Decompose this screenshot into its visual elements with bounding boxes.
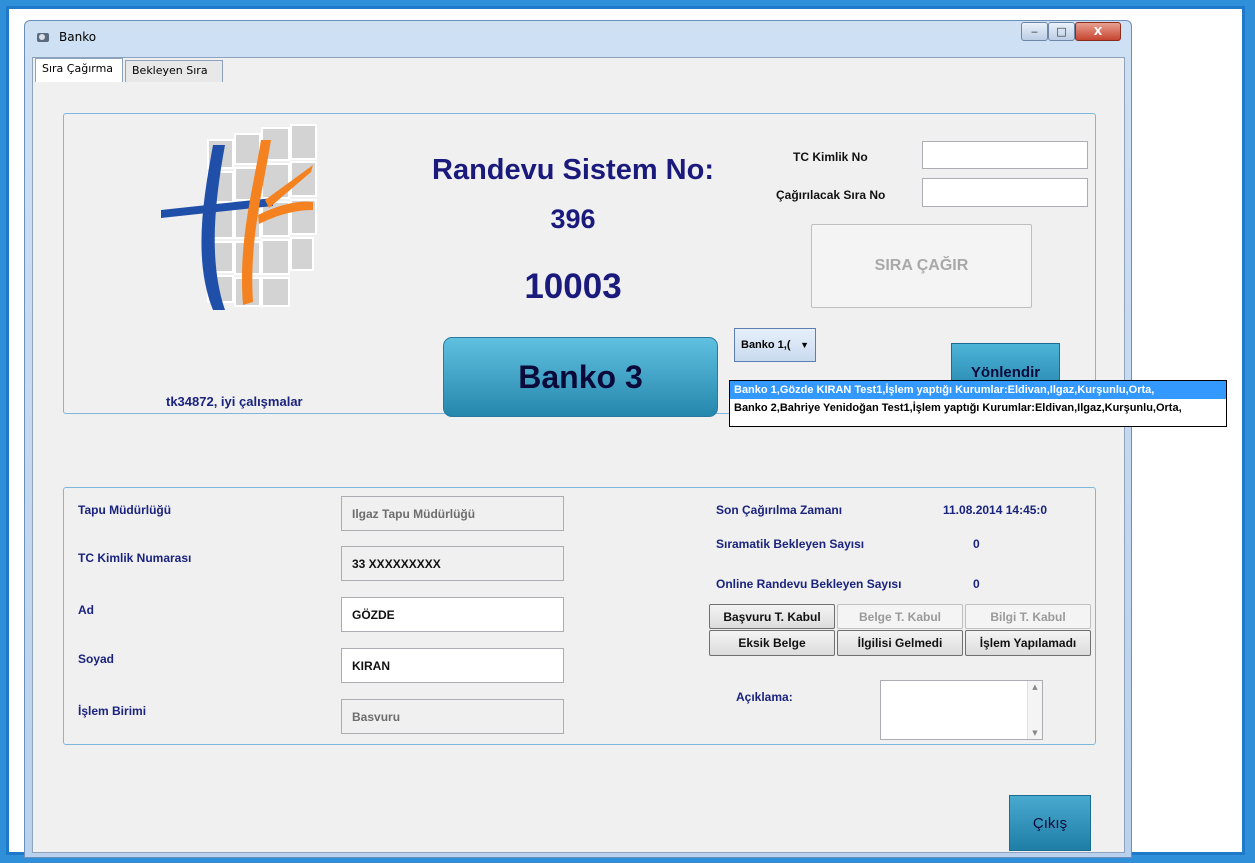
tab-bekleyen-sira[interactable]: Bekleyen Sıra	[125, 60, 223, 82]
online-randevu-label: Online Randevu Bekleyen Sayısı	[716, 577, 902, 591]
banko-dropdown[interactable]: Banko 1,( ▼	[734, 328, 816, 362]
banko-display-button[interactable]: Banko 3	[443, 337, 718, 417]
app-icon	[37, 33, 49, 42]
tab-sira-cagirma[interactable]: Sıra Çağırma	[35, 58, 123, 83]
tk-logo	[161, 124, 317, 310]
islem-birimi-field[interactable]: Basvuru	[341, 699, 564, 734]
ilgilisi-gelmedi-button[interactable]: İlgilisi Gelmedi	[837, 630, 963, 656]
son-cagirilma-label: Son Çağırılma Zamanı	[716, 503, 843, 517]
islem-birimi-label: İşlem Birimi	[78, 704, 147, 718]
sistem-no-value: 396	[550, 204, 596, 234]
belge-t-kabul-button[interactable]: Belge T. Kabul	[837, 604, 963, 629]
basvuru-t-kabul-button[interactable]: Başvuru T. Kabul	[709, 604, 835, 629]
islem-yapilamadi-button[interactable]: İşlem Yapılamadı	[965, 630, 1091, 656]
aciklama-scrollbar[interactable]: ▲ ▼	[1027, 681, 1042, 739]
aciklama-label: Açıklama:	[736, 690, 793, 704]
close-button[interactable]: X	[1075, 22, 1121, 41]
ad-field[interactable]: GÖZDE	[341, 597, 564, 632]
ad-label: Ad	[78, 603, 94, 617]
aciklama-textarea[interactable]: ▲ ▼	[880, 680, 1043, 740]
soyad-field[interactable]: KIRAN	[341, 648, 564, 683]
soyad-label: Soyad	[78, 652, 115, 666]
online-randevu-value: 0	[973, 577, 980, 591]
tc-kimlik-numarasi-field[interactable]: 33 XXXXXXXXX	[341, 546, 564, 581]
dropdown-option-banko-1[interactable]: Banko 1,Gözde KIRAN Test1,İşlem yaptığı …	[730, 381, 1226, 399]
tc-kimlik-numarasi-label: TC Kimlik Numarası	[78, 551, 192, 565]
banko-window: Banko ‒ □ X Sıra Çağırma Bekleyen Sıra t…	[24, 20, 1132, 858]
maximize-button[interactable]: □	[1048, 22, 1075, 41]
tc-kimlik-no-input[interactable]	[922, 141, 1088, 169]
siramatik-bekleyen-label: Sıramatik Bekleyen Sayısı	[716, 537, 865, 551]
sira-cagir-button[interactable]: SIRA ÇAĞIR	[811, 224, 1032, 308]
window-title: Banko	[59, 30, 97, 44]
tab-page-sira-cagirma: tk34872, iyi çalışmalar Randevu Sistem N…	[33, 82, 1124, 852]
banko-dropdown-value: Banko 1,(	[741, 339, 791, 351]
tapu-mudurlugu-field[interactable]: Ilgaz Tapu Müdürlüğü	[341, 496, 564, 531]
banko-dropdown-list: Banko 1,Gözde KIRAN Test1,İşlem yaptığı …	[729, 380, 1227, 427]
tapu-mudurlugu-label: Tapu Müdürlüğü	[78, 503, 172, 517]
cagirilacak-sira-label: Çağırılacak Sıra No	[776, 188, 886, 202]
chevron-down-icon: ▼	[800, 340, 809, 350]
cagirilacak-sira-input[interactable]	[922, 178, 1088, 207]
eksik-belge-button[interactable]: Eksik Belge	[709, 630, 835, 656]
minimize-button[interactable]: ‒	[1021, 22, 1048, 41]
dropdown-option-banko-2[interactable]: Banko 2,Bahriye Yenidoğan Test1,İşlem ya…	[730, 399, 1226, 417]
bilgi-t-kabul-button[interactable]: Bilgi T. Kabul	[965, 604, 1091, 629]
window-client: Sıra Çağırma Bekleyen Sıra tk34872, iyi …	[32, 57, 1125, 853]
cikis-button[interactable]: Çıkış	[1009, 795, 1091, 851]
scroll-up-icon[interactable]: ▲	[1028, 683, 1042, 691]
tc-kimlik-no-label: TC Kimlik No	[793, 150, 868, 164]
title-bar[interactable]: Banko ‒ □ X	[25, 21, 1131, 55]
son-cagirilma-value: 11.08.2014 14:45:0	[943, 503, 1048, 517]
scroll-down-icon[interactable]: ▼	[1028, 729, 1042, 737]
tab-strip: Sıra Çağırma Bekleyen Sıra	[33, 58, 1124, 83]
siramatik-bekleyen-value: 0	[973, 537, 980, 551]
randevu-heading: Randevu Sistem No:	[432, 154, 714, 186]
welcome-text: tk34872, iyi çalışmalar	[166, 394, 303, 409]
sira-no-value: 10003	[524, 267, 622, 306]
